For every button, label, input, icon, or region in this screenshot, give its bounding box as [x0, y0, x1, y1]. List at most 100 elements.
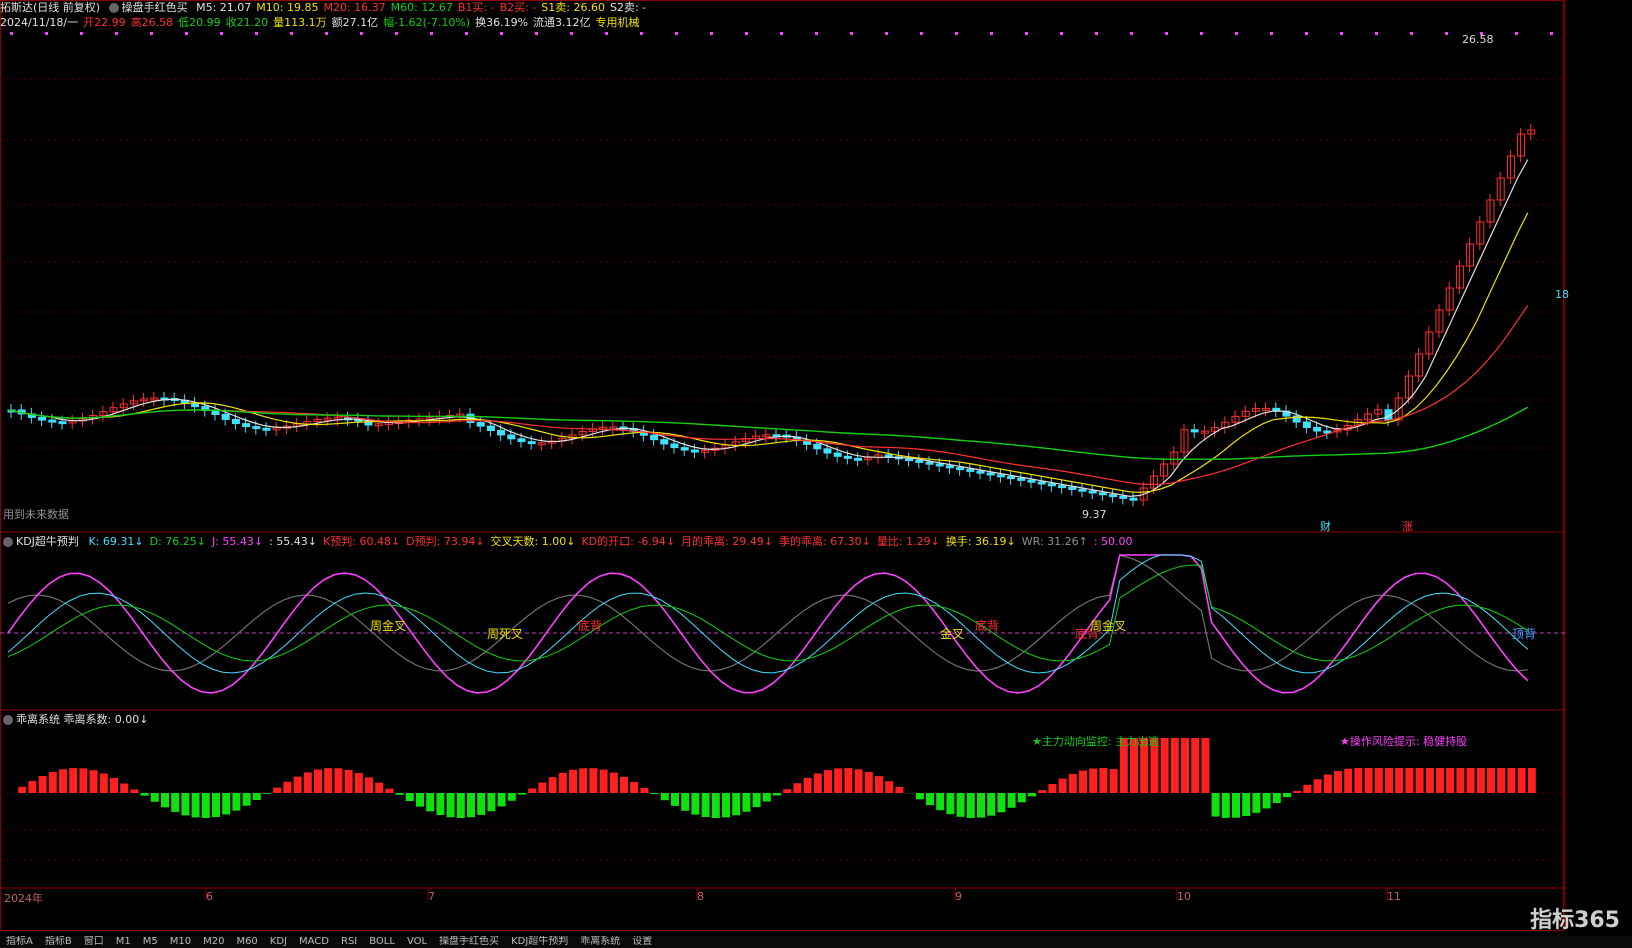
bias-bar	[1048, 784, 1057, 793]
bias-bar	[273, 787, 282, 793]
signal-dot	[1200, 32, 1203, 35]
bias-bar	[528, 788, 537, 793]
signal-dot	[1095, 32, 1098, 35]
bias-bar	[844, 768, 853, 793]
settings-icon[interactable]	[3, 537, 13, 547]
bias-bar	[1517, 768, 1526, 793]
bias-bar	[966, 793, 975, 818]
indicator-name[interactable]: 操盘手红色买	[108, 1, 188, 14]
bias-bar	[1385, 768, 1393, 793]
signal-dot	[570, 32, 573, 35]
bias-bar	[569, 769, 577, 793]
bias-bar	[1038, 790, 1047, 793]
bias-bar	[701, 793, 710, 818]
bias-bar	[599, 769, 608, 793]
candle-body	[48, 419, 57, 423]
bias-bar	[1160, 738, 1169, 793]
bias-bar	[1028, 793, 1036, 797]
tab-9[interactable]: MACD	[299, 936, 329, 947]
bias-bar	[1446, 768, 1455, 793]
tab-3[interactable]: M1	[116, 936, 131, 947]
bias-bar	[375, 782, 384, 793]
stock-title[interactable]: 拓斯达(日线 前复权)	[0, 1, 100, 14]
bias-bar	[773, 793, 781, 796]
candle-body	[191, 402, 200, 408]
bias-bar	[385, 788, 394, 793]
bias-bar	[824, 770, 832, 793]
kdj-title[interactable]: KDJ超牛预判	[16, 535, 79, 548]
kdj-value-12: WR: 31.26↑	[1021, 535, 1088, 548]
bias-bar	[579, 768, 588, 793]
signal-dot	[220, 32, 223, 35]
tab-11[interactable]: BOLL	[369, 936, 395, 947]
tab-15[interactable]: 乖离系统	[580, 936, 620, 947]
tab-0[interactable]: 指标A	[6, 936, 33, 947]
bias-title[interactable]: 乖离系统	[16, 713, 60, 726]
tab-14[interactable]: KDJ超牛预判	[511, 936, 568, 947]
kdj-annotation-7: 顶背	[1512, 627, 1536, 641]
bias-bar	[161, 793, 169, 808]
bias-bar	[1415, 768, 1424, 793]
bias-bar	[1456, 768, 1465, 793]
settings-icon[interactable]	[108, 3, 119, 13]
signal-dot	[535, 32, 538, 35]
bias-bar	[1017, 793, 1026, 803]
settings-icon[interactable]	[3, 715, 13, 725]
bias-bar	[875, 776, 883, 793]
bias-bar	[558, 772, 567, 793]
low-price-label: 9.37	[1082, 508, 1107, 521]
bias-bar	[1507, 768, 1516, 793]
candle-body	[231, 418, 240, 425]
tab-7[interactable]: M60	[236, 936, 257, 947]
bias-bar	[987, 793, 996, 816]
month-label-5: 10	[1177, 890, 1191, 903]
bias-bar	[997, 793, 1006, 813]
signal-dot	[605, 32, 608, 35]
kdj-value-0: K: 69.31↓	[88, 535, 144, 548]
candle-body	[1027, 479, 1036, 483]
bias-bar	[630, 781, 639, 793]
tab-6[interactable]: M20	[203, 936, 224, 947]
candle-body	[1017, 477, 1026, 481]
signal-dot	[1445, 32, 1448, 35]
header-quote-1: 开22.99	[83, 16, 126, 29]
tab-8[interactable]: KDJ	[270, 936, 287, 947]
signal-dot	[850, 32, 853, 35]
event-tag-cai[interactable]: 财	[1320, 518, 1331, 534]
kdj-value-2: J: 55.43↓	[211, 535, 264, 548]
tab-13[interactable]: 操盘手红色买	[439, 936, 499, 947]
event-tag-zhang[interactable]: 涨	[1402, 518, 1413, 534]
candle-body	[833, 452, 842, 457]
bias-bar	[1466, 768, 1475, 793]
bias-bar	[1262, 793, 1271, 809]
candle-body	[1058, 485, 1067, 489]
bias-bar	[1283, 793, 1291, 798]
bias-bar	[477, 793, 486, 815]
bias-bar	[915, 793, 924, 800]
bias-bar	[1303, 784, 1312, 793]
tab-2[interactable]: 窗口	[84, 936, 104, 947]
high-price-label: 26.58	[1462, 33, 1494, 46]
bias-bar	[293, 776, 302, 793]
tab-12[interactable]: VOL	[407, 936, 427, 947]
signal-dot	[815, 32, 818, 35]
signal-dot	[1235, 32, 1238, 35]
candle-body	[1129, 497, 1138, 501]
tab-4[interactable]: M5	[143, 936, 158, 947]
candle-body	[252, 426, 261, 430]
bias-bar	[854, 769, 863, 793]
candle-body	[221, 413, 230, 420]
tab-10[interactable]: RSI	[341, 936, 357, 947]
bias-bar	[518, 793, 526, 795]
tab-1[interactable]: 指标B	[45, 936, 72, 947]
tab-5[interactable]: M10	[170, 936, 191, 947]
header-ma-2: M20: 16.37	[323, 1, 386, 14]
header-quote-0: 2024/11/18/一	[0, 16, 79, 29]
bias-header: 乖离系统 乖离系数: 0.00↓	[3, 712, 148, 728]
candle-body	[242, 423, 251, 428]
bias-bar	[1252, 793, 1261, 813]
kdj-k-line	[7, 554, 1529, 674]
tab-16[interactable]: 设置	[632, 936, 652, 947]
bias-bar	[507, 793, 516, 801]
chart-canvas[interactable]: 周金叉周死叉底背金叉底背底背周金叉顶背	[0, 0, 1632, 948]
